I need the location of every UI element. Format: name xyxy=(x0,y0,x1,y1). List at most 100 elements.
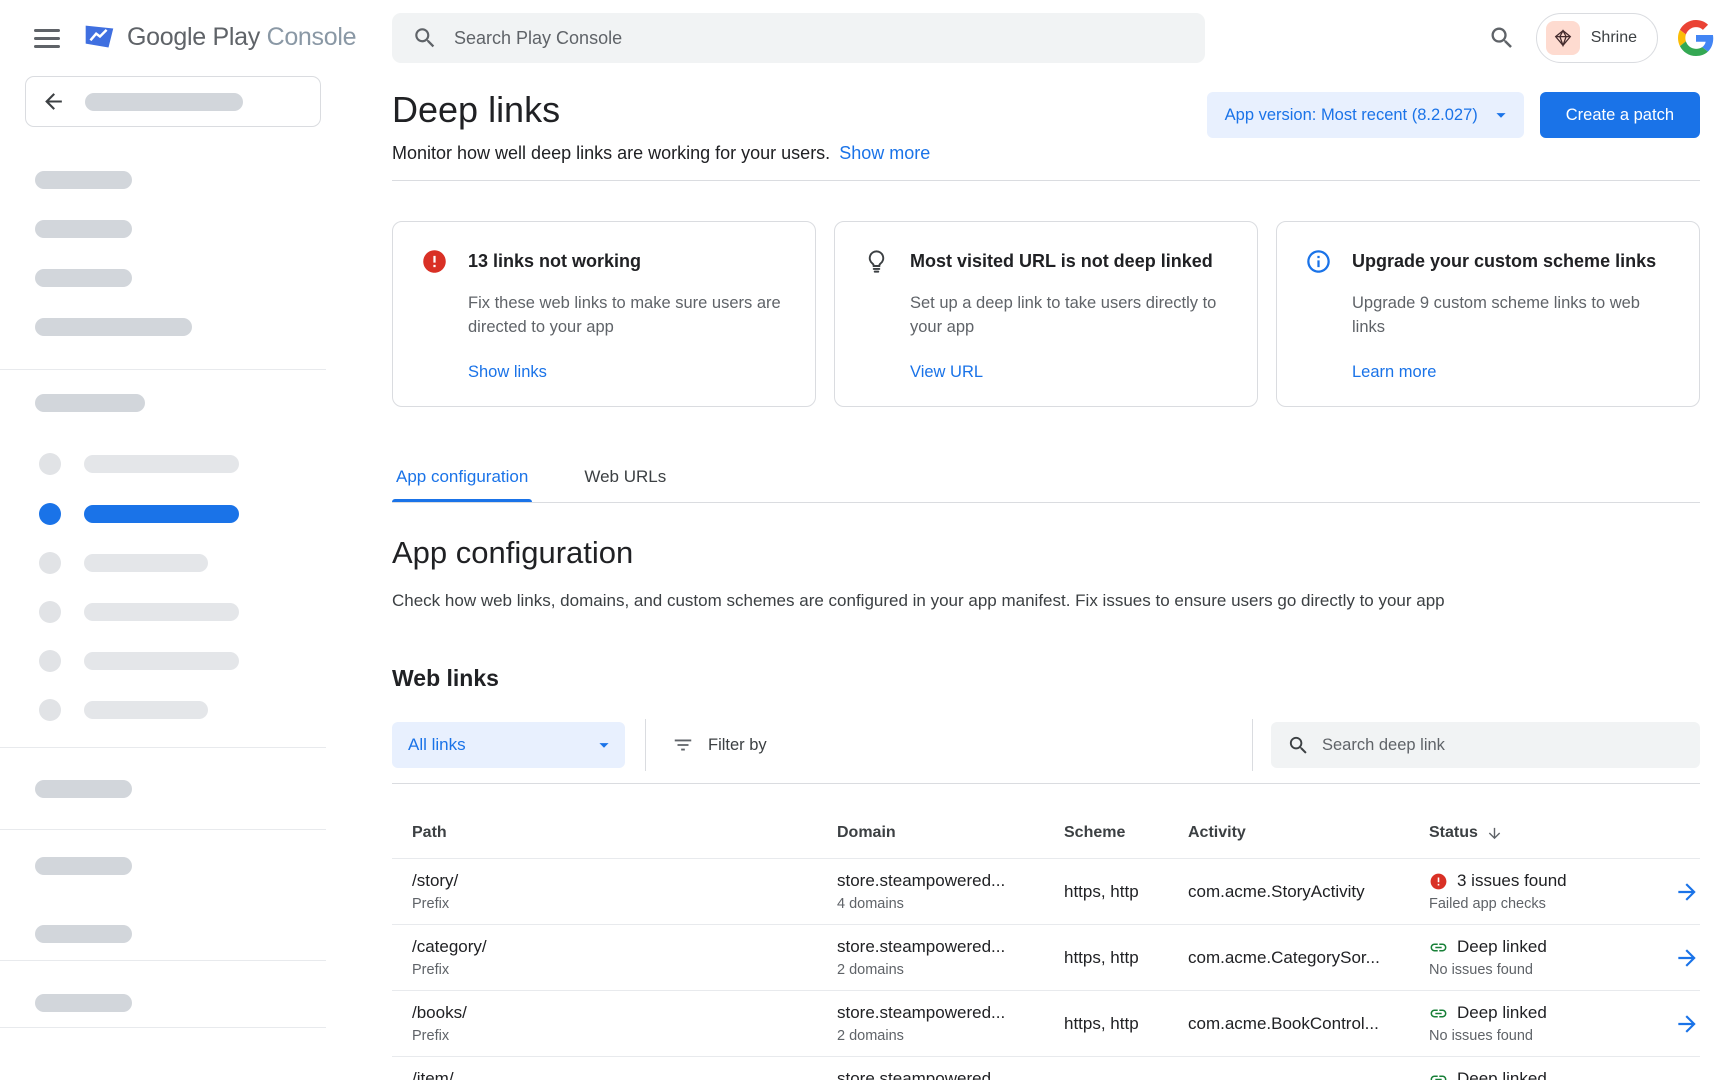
table-row[interactable]: /item/ store.steampowered... xyxy=(392,1057,1700,1080)
status-cell: Deep linked No issues found xyxy=(1429,991,1660,1056)
sidebar-divider xyxy=(0,960,326,961)
open-row-arrow[interactable] xyxy=(1674,1077,1700,1080)
domain-cell: store.steampowered... 2 domains xyxy=(837,991,1064,1056)
arrow-forward-icon[interactable] xyxy=(1674,879,1700,905)
domain-cell: store.steampowered... 4 domains xyxy=(837,859,1064,924)
sidebar-divider xyxy=(0,1027,326,1028)
create-patch-button[interactable]: Create a patch xyxy=(1540,92,1700,138)
skeleton-bar xyxy=(35,994,132,1012)
card-body: Set up a deep link to take users directl… xyxy=(910,291,1233,339)
deep-link-search[interactable] xyxy=(1271,722,1700,768)
arrow-forward-icon[interactable] xyxy=(1674,945,1700,971)
active-nav-icon xyxy=(39,503,61,525)
table-row[interactable]: /story/ Prefix store.steampowered... 4 d… xyxy=(392,859,1700,925)
open-row-arrow[interactable] xyxy=(1674,945,1700,971)
back-arrow-icon[interactable] xyxy=(41,89,66,114)
insight-card-upgrade-scheme-links: Upgrade your custom scheme links Upgrade… xyxy=(1276,221,1700,407)
header-path[interactable]: Path xyxy=(392,824,837,842)
arrow-forward-icon[interactable] xyxy=(1674,1077,1700,1080)
global-search[interactable] xyxy=(392,13,1205,63)
filter-by-label: Filter by xyxy=(708,736,767,755)
global-search-input[interactable] xyxy=(454,28,1185,49)
sort-descending-icon[interactable] xyxy=(1486,825,1503,842)
skeleton-nav-icon xyxy=(39,552,61,574)
path-cell: /story/ Prefix xyxy=(392,859,837,924)
subtitle-text: Monitor how well deep links are working … xyxy=(392,143,830,163)
header-status-label: Status xyxy=(1429,824,1478,842)
search-icon xyxy=(1287,734,1310,757)
skeleton-nav-icon xyxy=(39,453,61,475)
toolbar-divider xyxy=(645,719,646,771)
app-configuration-heading: App configuration xyxy=(392,533,1700,573)
google-logo-icon[interactable] xyxy=(1678,20,1714,56)
path-cell: /item/ xyxy=(392,1057,837,1080)
path-cell: /books/ Prefix xyxy=(392,991,837,1056)
status-cell: 3 issues found Failed app checks xyxy=(1429,859,1660,924)
app-switcher-chip[interactable]: Shrine xyxy=(1536,13,1658,63)
tab-app-configuration[interactable]: App configuration xyxy=(392,453,532,502)
open-row-arrow[interactable] xyxy=(1674,879,1700,905)
activity-cell: com.acme.BookControl... xyxy=(1188,1014,1429,1034)
table-header-row: Path Domain Scheme Activity Status xyxy=(392,784,1700,859)
app-name-label: Shrine xyxy=(1591,29,1637,47)
search-icon xyxy=(412,25,438,51)
header-scheme[interactable]: Scheme xyxy=(1064,824,1188,842)
active-nav-item[interactable] xyxy=(84,505,239,523)
logo-brand-text: Google Play xyxy=(127,23,260,51)
table-row[interactable]: /books/ Prefix store.steampowered... 2 d… xyxy=(392,991,1700,1057)
card-title: 13 links not working xyxy=(468,248,641,272)
logo-text: Google Play Console xyxy=(127,23,356,52)
toolbar-divider xyxy=(1252,719,1253,771)
skeleton-nav-item xyxy=(84,455,239,473)
header-activity[interactable]: Activity xyxy=(1188,824,1429,842)
skeleton-nav-item xyxy=(84,554,208,572)
error-icon xyxy=(421,248,448,275)
app-version-label: App version: Most recent (8.2.027) xyxy=(1225,106,1478,125)
menu-icon[interactable] xyxy=(34,29,60,48)
show-more-link[interactable]: Show more xyxy=(839,143,930,163)
play-console-logo[interactable]: Google Play Console xyxy=(80,18,356,56)
page-subtitle: Monitor how well deep links are working … xyxy=(392,142,930,164)
scheme-cell: https, http xyxy=(1064,948,1188,968)
arrow-forward-icon[interactable] xyxy=(1674,1011,1700,1037)
scheme-cell: https, http xyxy=(1064,882,1188,902)
info-icon xyxy=(1305,248,1332,275)
topbar: Google Play Console Shrine xyxy=(0,0,1728,76)
learn-more-link[interactable]: Learn more xyxy=(1352,363,1436,382)
table-row[interactable]: /category/ Prefix store.steampowered... … xyxy=(392,925,1700,991)
app-version-selector[interactable]: App version: Most recent (8.2.027) xyxy=(1207,92,1524,138)
card-body: Upgrade 9 custom scheme links to web lin… xyxy=(1352,291,1675,339)
domain-cell: store.steampowered... 2 domains xyxy=(837,925,1064,990)
app-configuration-description: Check how web links, domains, and custom… xyxy=(392,589,1700,613)
skeleton-bar xyxy=(35,269,132,287)
tab-web-urls[interactable]: Web URLs xyxy=(580,453,670,502)
main-content: Deep links Monitor how well deep links a… xyxy=(326,76,1728,1080)
sidebar-divider xyxy=(0,829,326,830)
view-url-link[interactable]: View URL xyxy=(910,363,983,382)
chevron-down-icon xyxy=(1490,104,1512,126)
show-links-link[interactable]: Show links xyxy=(468,363,547,382)
play-console-app: Google Play Console Shrine xyxy=(0,0,1728,1080)
web-links-toolbar: All links Filter by xyxy=(392,719,1700,784)
shrine-app-icon xyxy=(1546,21,1580,55)
web-links-heading: Web links xyxy=(392,663,1700,693)
links-filter-select[interactable]: All links xyxy=(392,722,625,768)
logo-product-text: Console xyxy=(267,23,357,51)
skeleton-bar xyxy=(35,780,132,798)
sidebar-divider xyxy=(0,747,326,748)
deep-link-search-input[interactable] xyxy=(1322,736,1684,755)
skeleton-nav-icon xyxy=(39,601,61,623)
topbar-actions: Shrine xyxy=(1488,13,1714,63)
path-cell: /category/ Prefix xyxy=(392,925,837,990)
header-domain[interactable]: Domain xyxy=(837,824,1064,842)
card-body: Fix these web links to make sure users a… xyxy=(468,291,791,339)
header-status[interactable]: Status xyxy=(1429,824,1660,842)
secondary-search-icon[interactable] xyxy=(1488,24,1516,52)
insight-card-most-visited-url: Most visited URL is not deep linked Set … xyxy=(834,221,1258,407)
open-row-arrow[interactable] xyxy=(1674,1011,1700,1037)
filter-by-button[interactable]: Filter by xyxy=(672,734,767,756)
deep-link-icon xyxy=(1429,1070,1448,1080)
skeleton-bar xyxy=(85,93,243,111)
skeleton-bar xyxy=(35,394,145,412)
back-navigation[interactable] xyxy=(25,76,321,127)
